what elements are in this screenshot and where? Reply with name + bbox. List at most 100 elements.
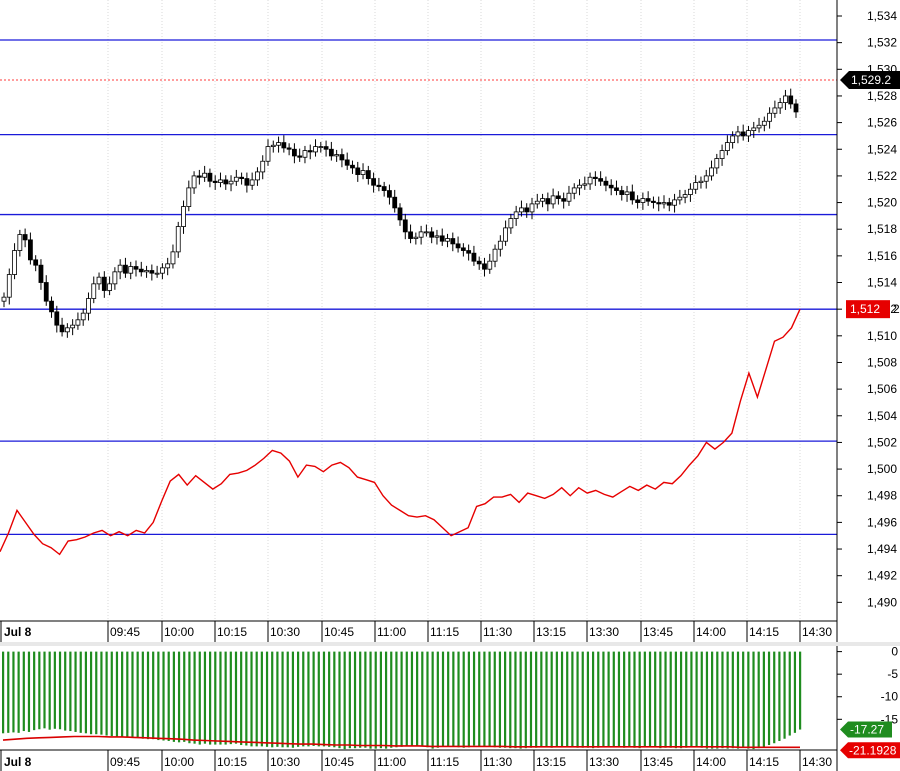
candle-body	[334, 154, 340, 157]
indicator-tick-label: 0	[891, 645, 898, 659]
price-tick-label: 1,502	[867, 435, 897, 449]
indicator-bar	[472, 651, 476, 746]
indicator-bar	[695, 651, 698, 748]
indicator-time-tick-label: 10:15	[217, 755, 247, 769]
indicator-bar	[12, 651, 15, 733]
candle-body	[714, 158, 720, 169]
candle-body	[149, 270, 155, 274]
candle-body	[756, 124, 762, 129]
price-tick-label: 1,500	[867, 462, 897, 476]
price-tick-label: 1,490	[867, 595, 897, 609]
indicator-bar	[493, 651, 496, 748]
candle-body	[524, 207, 530, 213]
indicator-bar	[157, 651, 160, 741]
price-tick-label: 1,498	[867, 489, 897, 503]
last-price-tag[interactable]: 1,529.2	[840, 70, 900, 89]
candle-body	[672, 199, 677, 206]
candle-body	[186, 187, 192, 207]
indicator-bar	[767, 651, 771, 746]
candle-body	[12, 250, 17, 275]
candle-body	[592, 176, 598, 179]
indicator-bar	[89, 651, 93, 735]
candle-body	[566, 192, 572, 202]
indicator-panel: 0-5-10-15 -17.27 -21.1928 Jul 8 09:45 10:…	[0, 645, 900, 771]
indicator-time-tick-label: 10:00	[164, 755, 194, 769]
indicator-bar	[193, 651, 196, 744]
candle-body	[587, 176, 593, 185]
indicator-bar	[214, 651, 217, 745]
indicator-bar	[581, 651, 584, 748]
candle-body	[577, 184, 582, 189]
indicator-bar	[2, 651, 5, 734]
time-tick-label: 09:45	[110, 625, 140, 639]
candle-body	[450, 238, 456, 245]
candle-body	[503, 227, 509, 242]
indicator-bar	[757, 651, 760, 749]
indicator-bar	[447, 651, 450, 746]
indicator-bar	[395, 651, 398, 748]
indicator-bar	[504, 651, 507, 748]
indicator-bar	[209, 651, 212, 745]
candle-body	[682, 194, 688, 198]
candle-body	[307, 150, 313, 153]
indicator-bar	[514, 651, 517, 749]
candle-body	[397, 207, 403, 221]
price-tick-label: 1,520	[867, 196, 897, 210]
indicator-bar	[509, 651, 512, 749]
candle-body	[408, 231, 413, 239]
candle-body	[54, 311, 60, 326]
price-tick-label: 1,504	[867, 409, 897, 423]
candle-body	[519, 207, 524, 213]
indicator-line-tag[interactable]: -21.1928	[840, 742, 900, 759]
indicator-bar	[7, 651, 10, 733]
indicator-bar	[400, 651, 403, 747]
candle-body	[22, 234, 28, 241]
indicator-bar	[172, 651, 175, 742]
panel-separator[interactable]	[0, 642, 900, 646]
indicator-bar-tag[interactable]: -17.27	[840, 721, 892, 738]
time-tick-label: 13:45	[643, 625, 673, 639]
indicator-bars	[2, 651, 802, 750]
indicator-bar	[571, 651, 574, 748]
indicator-bar	[405, 651, 408, 746]
indicator-bar	[79, 651, 82, 733]
indicator-bar	[441, 651, 445, 747]
indicator-tick-label: -10	[881, 690, 899, 704]
indicator-bar	[198, 651, 201, 745]
candle-body	[783, 95, 788, 104]
indicator-time-tick-label: 11:15	[430, 755, 459, 769]
candle-body	[112, 271, 118, 285]
candle-body	[165, 263, 171, 269]
indicator-bar	[602, 651, 605, 748]
candle-body	[724, 142, 730, 151]
indicator-bar	[136, 651, 139, 738]
indicator-bar	[648, 651, 652, 748]
candle-body	[170, 251, 176, 265]
candle-body	[550, 195, 556, 205]
indicator-bar	[659, 651, 662, 749]
indicator-time-tick-label: 10:45	[324, 755, 354, 769]
candle-body	[788, 95, 794, 105]
indicator-bar	[576, 651, 579, 748]
indicator-bar	[312, 651, 315, 746]
candle-body	[128, 266, 134, 274]
indicator-time-tick-label: 14:30	[802, 755, 832, 769]
indicator-bar	[281, 651, 284, 748]
indicator-bar	[48, 651, 51, 730]
price-plot-area[interactable]	[0, 0, 837, 642]
indicator-bar	[250, 651, 253, 747]
candle-body	[255, 171, 260, 181]
price-tick-label: 1,506	[867, 382, 897, 396]
indicator-bar	[566, 651, 569, 747]
indicator-bar	[110, 651, 113, 737]
indicator-bar	[115, 651, 119, 737]
indicator-bar	[121, 651, 124, 737]
candle-body	[244, 178, 250, 186]
candle-body	[751, 127, 757, 131]
indicator-bar	[162, 651, 165, 741]
indicator-bar	[84, 651, 88, 734]
candle-body	[487, 260, 493, 270]
candle-body	[730, 135, 736, 143]
candle-body	[735, 131, 741, 137]
candle-body	[571, 187, 577, 194]
